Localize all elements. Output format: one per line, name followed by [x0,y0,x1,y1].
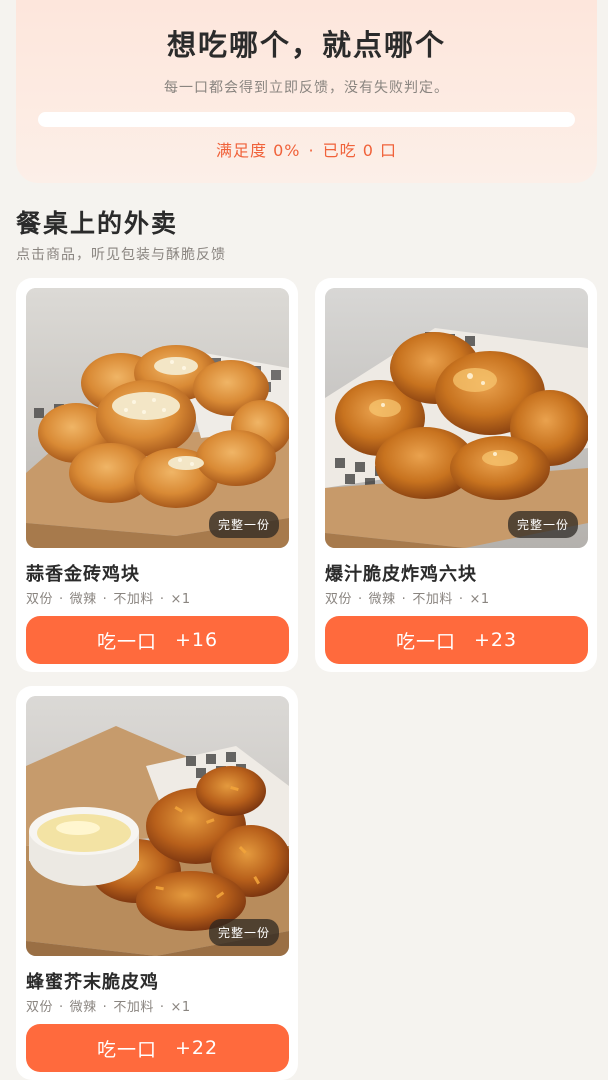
fried-chicken-six-pieces-image [325,288,588,548]
eat-bite-button[interactable]: 吃一口 +23 [325,616,588,664]
eat-bite-button[interactable]: 吃一口 +16 [26,616,289,664]
item-tags: 双份 · 微辣 · 不加料 · ×1 [26,592,191,607]
eat-button-label: 吃一口 [395,630,456,653]
page-subtitle: 每一口都会得到立即反馈，没有失败判定。 [164,80,449,96]
section-subtitle: 点击商品，听见包装与酥脆反馈 [16,247,226,263]
eat-button-points: +23 [473,629,518,651]
tag-topping: 不加料 [412,592,453,607]
eat-button-label: 吃一口 [96,1038,157,1061]
tag-quantity: ×1 [170,1000,191,1015]
honey-mustard-chicken-image [26,696,289,956]
tag-portion: 双份 [26,1000,54,1015]
tag-spice: 微辣 [69,592,97,607]
portion-badge: 完整一份 [208,919,279,946]
item-name: 蒜香金砖鸡块 [26,564,140,585]
eat-bite-button[interactable]: 吃一口 +22 [26,1024,289,1072]
eat-button-label: 吃一口 [96,630,157,653]
item-name: 蜂蜜芥末脆皮鸡 [26,972,159,993]
tag-spice: 微辣 [368,592,396,607]
tag-portion: 双份 [26,592,54,607]
food-photo[interactable]: 完整一份 [325,288,588,548]
app-screen: 想吃哪个，就点哪个 每一口都会得到立即反馈，没有失败判定。 满足度 0% · 已吃 … [0,0,608,1080]
tag-topping: 不加料 [113,592,154,607]
tag-spice: 微辣 [69,1000,97,1015]
page-title: 想吃哪个，就点哪个 [166,28,446,62]
tag-quantity: ×1 [170,592,191,607]
satisfaction-progress-bar [38,112,575,127]
eat-button-points: +22 [174,1037,219,1059]
food-photo[interactable]: 完整一份 [26,288,289,548]
food-photo[interactable]: 完整一份 [26,696,289,956]
product-card[interactable]: 完整一份 爆汁脆皮炸鸡六块 双份 · 微辣 · 不加料 · ×1 吃一口 +23 [315,278,597,672]
eaten-count-label: 已吃 0 口 [322,141,397,160]
portion-badge: 完整一份 [507,511,578,538]
section-title: 餐桌上的外卖 [16,209,179,238]
tag-portion: 双份 [325,592,353,607]
stats-separator: · [308,141,315,160]
satisfaction-label: 满足度 0% [216,141,301,160]
item-name: 爆汁脆皮炸鸡六块 [325,564,477,585]
item-tags: 双份 · 微辣 · 不加料 · ×1 [325,592,490,607]
tag-topping: 不加料 [113,1000,154,1015]
eat-button-points: +16 [174,629,219,651]
product-card[interactable]: 完整一份 蜂蜜芥末脆皮鸡 双份 · 微辣 · 不加料 · ×1 吃一口 +22 [16,686,298,1080]
garlic-chicken-nuggets-image [26,288,289,548]
satisfaction-panel: 想吃哪个，就点哪个 每一口都会得到立即反馈，没有失败判定。 满足度 0% · 已吃 … [16,0,597,183]
stats-line: 满足度 0% · 已吃 0 口 [16,137,597,161]
portion-badge: 完整一份 [208,511,279,538]
item-tags: 双份 · 微辣 · 不加料 · ×1 [26,1000,191,1015]
product-card[interactable]: 完整一份 蒜香金砖鸡块 双份 · 微辣 · 不加料 · ×1 吃一口 +16 [16,278,298,672]
tag-quantity: ×1 [469,592,490,607]
